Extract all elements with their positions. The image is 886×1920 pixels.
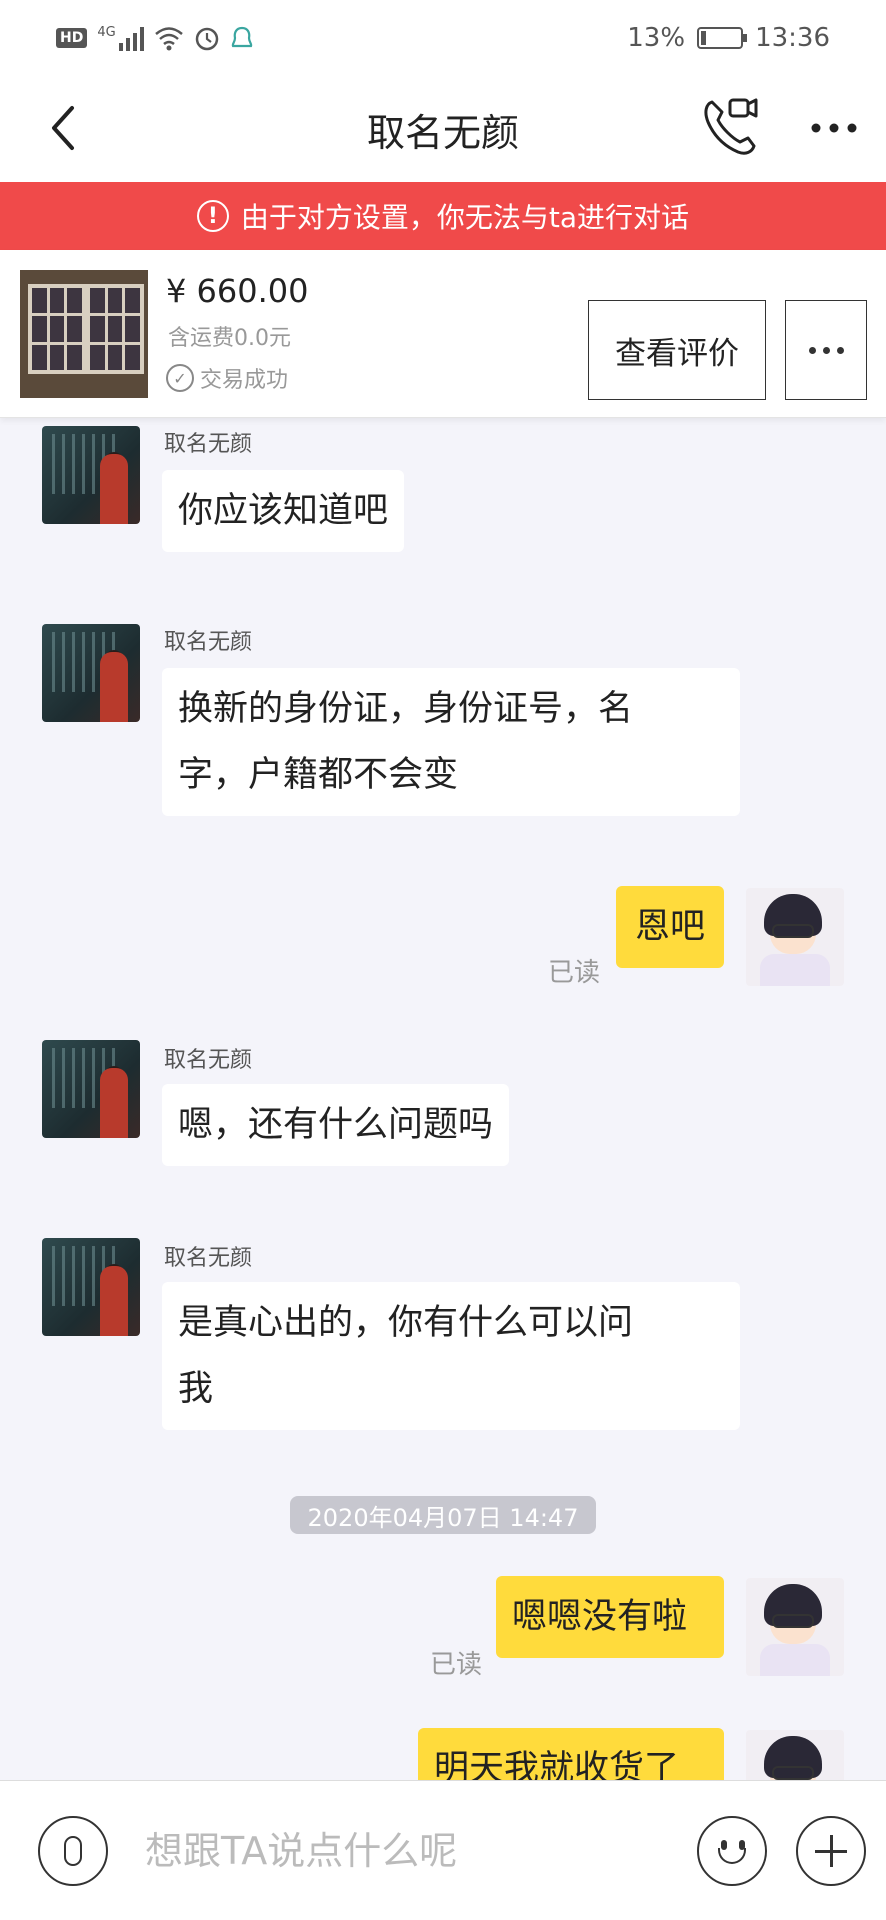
message-bubble[interactable]: 你应该知道吧 — [162, 470, 405, 552]
message-line: 明天我就收货了 — [434, 1749, 680, 1780]
status-bar: HD 4G 13% 13:36 — [0, 0, 886, 76]
product-thumbnail[interactable] — [20, 270, 148, 398]
view-review-button[interactable]: 查看评价 — [588, 300, 766, 400]
clock: 13:36 — [755, 23, 830, 53]
warning-text: 由于对方设置，你无法与ta进行对话 — [240, 201, 690, 234]
self-avatar[interactable] — [746, 888, 844, 986]
peer-avatar[interactable] — [42, 1040, 140, 1138]
battery-percent: 13% — [627, 23, 686, 53]
warning-icon: ! — [196, 200, 229, 232]
self-avatar[interactable] — [746, 1578, 844, 1676]
message-line: 嗯嗯没有啦 — [512, 1597, 688, 1637]
message-line: 恩吧 — [634, 907, 705, 947]
video-call-icon[interactable] — [698, 94, 764, 160]
message-line: 我 — [178, 1369, 214, 1409]
message-line: 嗯，还有什么问题吗 — [178, 1105, 494, 1145]
back-icon[interactable] — [40, 98, 100, 158]
status-icons-right: 13% 13:36 — [627, 23, 830, 53]
self-avatar[interactable] — [746, 1730, 844, 1780]
product-price: ¥ 660.00 — [166, 272, 309, 310]
warning-banner: ! 由于对方设置，你无法与ta进行对话 — [0, 182, 886, 250]
product-card[interactable]: ¥ 660.00 含运费0.0元 ✓ 交易成功 查看评价 — [0, 250, 886, 418]
wifi-icon — [154, 27, 183, 51]
page-title: 取名无颜 — [366, 110, 519, 155]
message-bubble[interactable]: 明天我就收货了 — [418, 1728, 724, 1780]
message-line: 换新的身份证，身份证号，名 — [178, 689, 634, 729]
hd-icon: HD — [56, 28, 88, 48]
message-bubble[interactable]: 是真心出的，你有什么可以问 我 — [162, 1282, 740, 1430]
network-type: 4G — [97, 25, 116, 40]
message-input[interactable] — [145, 1821, 665, 1881]
battery-icon — [697, 27, 748, 49]
more-icon[interactable] — [804, 98, 864, 158]
sender-name: 取名无颜 — [164, 630, 253, 655]
message-bubble[interactable]: 嗯嗯没有啦 — [496, 1576, 724, 1658]
message-bubble[interactable]: 换新的身份证，身份证号，名 字，户籍都不会变 — [162, 668, 740, 816]
nav-bar: 取名无颜 — [0, 76, 886, 182]
sender-name: 取名无颜 — [164, 1048, 253, 1073]
message-line: 你应该知道吧 — [178, 491, 389, 531]
sender-name: 取名无颜 — [164, 1246, 253, 1271]
status-icons-left: HD 4G — [56, 25, 254, 51]
trade-status-label: 交易成功 — [200, 368, 289, 393]
message-line: 是真心出的，你有什么可以问 — [178, 1303, 634, 1343]
trade-status: ✓ 交易成功 — [166, 362, 288, 394]
peer-avatar[interactable] — [42, 1238, 140, 1336]
notify-icon — [231, 26, 252, 48]
emoji-icon[interactable] — [697, 1816, 767, 1886]
read-receipt: 已读 — [430, 1650, 483, 1680]
sender-name: 取名无颜 — [164, 432, 253, 457]
message-line: 字，户籍都不会变 — [178, 755, 459, 795]
mic-icon[interactable] — [38, 1816, 108, 1886]
alarm-icon — [195, 27, 218, 51]
plus-icon[interactable] — [796, 1816, 866, 1886]
read-receipt: 已读 — [548, 958, 601, 988]
check-icon: ✓ — [166, 364, 194, 392]
time-divider: 2020年04月07日 14:47 — [290, 1496, 596, 1534]
card-more-button[interactable] — [785, 300, 867, 400]
signal-icon: 4G — [97, 25, 144, 51]
composer-bar — [0, 1780, 886, 1920]
peer-avatar[interactable] — [42, 624, 140, 722]
chat-area[interactable]: 取名无颜 你应该知道吧 取名无颜 换新的身份证，身份证号，名 字，户籍都不会变 … — [0, 418, 886, 1780]
peer-avatar[interactable] — [42, 426, 140, 524]
message-bubble[interactable]: 嗯，还有什么问题吗 — [162, 1084, 510, 1166]
message-bubble[interactable]: 恩吧 — [616, 886, 724, 968]
shipping-fee: 含运费0.0元 — [168, 326, 291, 351]
